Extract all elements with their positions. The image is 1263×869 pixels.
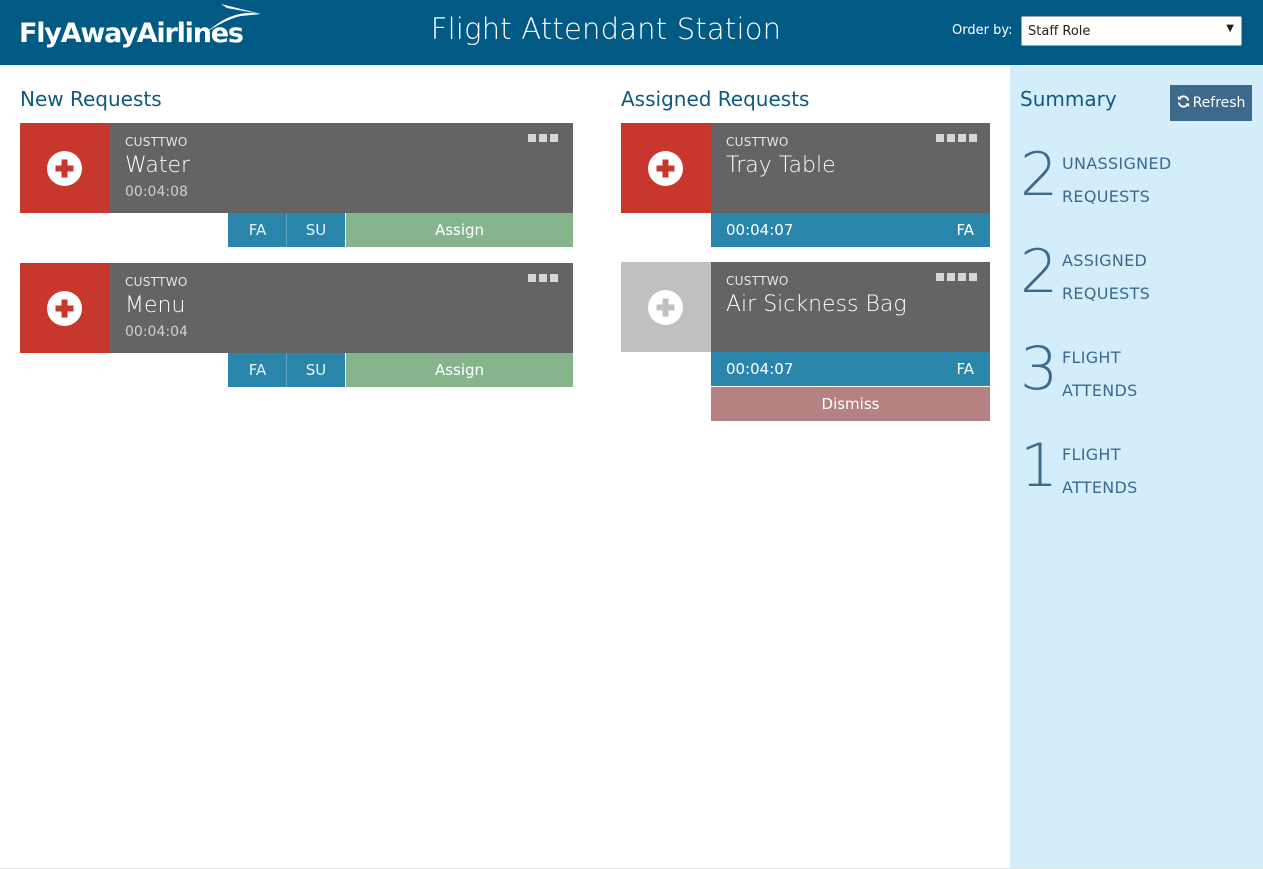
assign-button[interactable]: Assign [346,353,573,387]
stat-label-line2: ATTENDS [1062,478,1138,497]
request-icon-box [20,123,110,213]
su-button[interactable]: SU [286,213,345,247]
new-requests-title: New Requests [20,87,162,111]
summary-sidebar: Summary Refresh 2 UNASSIGNED REQUESTS 2 … [1010,65,1263,869]
refresh-icon [1177,85,1190,121]
stat-label-line1: FLIGHT [1062,445,1121,464]
plus-circle-icon [47,151,82,186]
request-card-body: CUSTTWO Menu 00:04:04 [110,263,573,353]
assigned-requests-title: Assigned Requests [621,87,810,111]
request-icon-box [20,263,110,353]
fa-button[interactable]: FA [228,353,287,387]
new-request-actions: FA SU Assign [228,353,573,387]
assigned-info-bar: 00:04:07 FA [711,213,990,247]
customer-name: CUSTTWO [125,275,188,289]
customer-name: CUSTTWO [125,135,188,149]
stat-flight-attends-2: 1 FLIGHT ATTENDS [1020,431,1260,508]
plus-circle-icon [648,151,683,186]
summary-title: Summary [1020,87,1117,111]
stat-label-line2: ATTENDS [1062,381,1138,400]
airline-logo: FlyAwayAirlines [19,4,269,56]
assigned-time: 00:04:07 [726,360,794,378]
assign-button[interactable]: Assign [346,213,573,247]
stat-assigned-requests: 2 ASSIGNED REQUESTS [1020,237,1260,314]
stat-label: UNASSIGNED REQUESTS [1062,147,1242,213]
refresh-label: Refresh [1192,95,1246,111]
request-time: 00:04:04 [125,324,188,340]
stat-unassigned-requests: 2 UNASSIGNED REQUESTS [1020,140,1260,217]
page-title: Flight Attendant Station [430,12,782,46]
customer-name: CUSTTWO [726,135,789,149]
request-item: Menu [125,293,186,318]
assigned-role: FA [956,360,974,378]
stat-flight-attends: 3 FLIGHT ATTENDS [1020,334,1260,411]
order-by-select[interactable]: Staff Role ▼ [1021,16,1242,46]
assigned-info-bar: 00:04:07 FA [711,352,990,386]
assigned-role: FA [956,221,974,239]
request-card-body: CUSTTWO Tray Table [711,123,990,213]
request-card-body: CUSTTWO Water 00:04:08 [110,123,573,213]
customer-name: CUSTTWO [726,274,789,288]
request-item: Water [125,153,191,178]
stat-label-line1: UNASSIGNED [1062,154,1172,173]
stat-label: FLIGHT ATTENDS [1062,438,1242,504]
dots-menu-icon[interactable] [528,134,558,142]
assigned-request-card[interactable]: CUSTTWO Tray Table [621,123,990,213]
stat-label-line1: FLIGHT [1062,348,1121,367]
chevron-down-icon: ▼ [1226,23,1234,34]
request-item: Air Sickness Bag [726,292,907,317]
dots-menu-icon[interactable] [936,134,977,142]
stat-label-line1: ASSIGNED [1062,251,1148,270]
app-header: FlyAwayAirlines Flight Attendant Station… [0,0,1263,65]
stat-number: 2 [1020,140,1059,210]
plus-circle-icon [47,291,82,326]
assigned-time: 00:04:07 [726,221,794,239]
refresh-button[interactable]: Refresh [1170,85,1252,121]
dots-menu-icon[interactable] [528,274,558,282]
request-card-body: CUSTTWO Air Sickness Bag [711,262,990,352]
su-button[interactable]: SU [286,353,345,387]
new-request-card[interactable]: CUSTTWO Menu 00:04:04 [20,263,573,353]
fa-button[interactable]: FA [228,213,287,247]
request-icon-box [621,123,711,213]
stat-number: 3 [1020,334,1059,404]
logo-swoosh-icon [207,4,261,32]
order-by-label: Order by: [952,23,1013,38]
order-by-value: Staff Role [1028,24,1091,39]
stat-label: FLIGHT ATTENDS [1062,341,1242,407]
plus-circle-icon [648,290,683,325]
stat-number: 2 [1020,237,1059,307]
new-request-actions: FA SU Assign [228,213,573,247]
stat-label: ASSIGNED REQUESTS [1062,244,1242,310]
assigned-request-card[interactable]: CUSTTWO Air Sickness Bag [621,262,990,352]
dismiss-button[interactable]: Dismiss [711,387,990,421]
stat-label-line2: REQUESTS [1062,187,1151,206]
new-request-card[interactable]: CUSTTWO Water 00:04:08 [20,123,573,213]
request-icon-box [621,262,711,352]
request-time: 00:04:08 [125,184,188,200]
stat-label-line2: REQUESTS [1062,284,1151,303]
request-item: Tray Table [726,153,836,178]
stat-number: 1 [1020,431,1059,501]
dots-menu-icon[interactable] [936,273,977,281]
